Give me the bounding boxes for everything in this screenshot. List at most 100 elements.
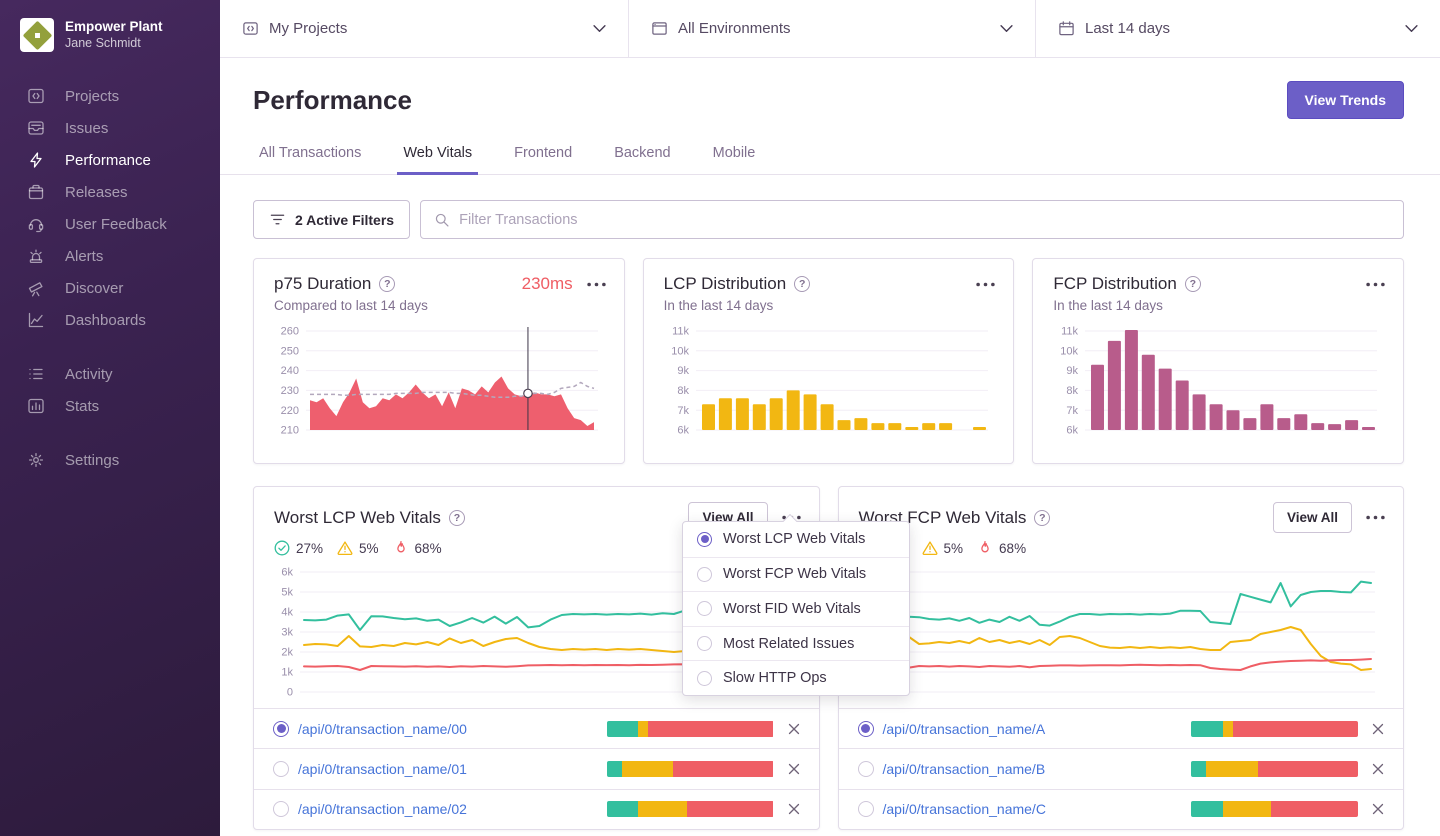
daterange-dropdown[interactable]: Last 14 days xyxy=(1035,0,1440,57)
menu-item-radio[interactable] xyxy=(697,671,712,686)
help-icon[interactable]: ? xyxy=(449,510,465,526)
chart-worst-fcp-web-vitals: 6k5k4k3k2k1k0 xyxy=(851,564,1404,719)
transaction-row: /api/0/transaction_name/A xyxy=(839,708,1404,748)
menu-item-radio[interactable] xyxy=(697,532,712,547)
menu-item-radio[interactable] xyxy=(697,567,712,582)
topbar: My Projects All EnvironmentsLast 14 days xyxy=(220,0,1440,58)
transaction-row: /api/0/transaction_name/00 xyxy=(254,708,819,748)
svg-text:10k: 10k xyxy=(671,345,689,357)
alerts-icon xyxy=(26,247,45,266)
close-icon[interactable] xyxy=(1370,761,1386,777)
close-icon[interactable] xyxy=(786,801,802,817)
menu-item-label: Worst LCP Web Vitals xyxy=(723,531,865,547)
help-icon[interactable]: ? xyxy=(1034,510,1050,526)
sidebar-item-label: Releases xyxy=(65,184,128,201)
menu-item-worst-lcp-web-vitals[interactable]: Worst LCP Web Vitals xyxy=(683,522,909,557)
card-subtitle: In the last 14 days xyxy=(644,294,1014,313)
sidebar-item-stats[interactable]: Stats xyxy=(0,390,220,422)
transaction-radio[interactable] xyxy=(858,801,874,817)
card-title: FCP Distribution ? xyxy=(1053,274,1200,294)
transaction-radio[interactable] xyxy=(273,761,289,777)
close-icon[interactable] xyxy=(786,761,802,777)
stat-value: 27% xyxy=(296,541,323,556)
card-title: LCP Distribution ? xyxy=(664,274,811,294)
transaction-link[interactable]: /api/0/transaction_name/A xyxy=(883,721,1046,737)
sidebar-item-label: Settings xyxy=(65,452,119,469)
view-trends-button[interactable]: View Trends xyxy=(1287,81,1404,119)
view-all-button[interactable]: View All xyxy=(1273,502,1352,533)
svg-text:6k: 6k xyxy=(1067,425,1079,437)
transaction-link[interactable]: /api/0/transaction_name/01 xyxy=(298,761,467,777)
org-switcher[interactable]: Empower Plant Jane Schmidt xyxy=(0,0,220,66)
sidebar-item-projects[interactable]: Projects xyxy=(0,80,220,112)
close-icon[interactable] xyxy=(1370,801,1386,817)
menu-item-worst-fid-web-vitals[interactable]: Worst FID Web Vitals xyxy=(683,591,909,626)
vitals-distribution-bar xyxy=(1191,721,1358,737)
transaction-radio[interactable] xyxy=(858,761,874,777)
transaction-radio[interactable] xyxy=(273,801,289,817)
svg-text:6k: 6k xyxy=(677,425,689,437)
filter-icon xyxy=(269,211,286,228)
transaction-link[interactable]: /api/0/transaction_name/00 xyxy=(298,721,467,737)
card-menu-button[interactable] xyxy=(587,282,606,287)
search-box xyxy=(420,200,1404,239)
tab-mobile[interactable]: Mobile xyxy=(707,139,762,175)
projects-label: My Projects xyxy=(269,20,583,37)
environments-dropdown[interactable]: All Environments xyxy=(628,0,1035,57)
activity-icon xyxy=(26,365,45,384)
close-icon[interactable] xyxy=(1370,721,1386,737)
transaction-link[interactable]: /api/0/transaction_name/C xyxy=(883,801,1046,817)
svg-text:210: 210 xyxy=(281,425,299,437)
close-icon[interactable] xyxy=(786,721,802,737)
menu-item-label: Worst FID Web Vitals xyxy=(723,601,861,617)
menu-item-worst-fcp-web-vitals[interactable]: Worst FCP Web Vitals xyxy=(683,557,909,592)
menu-item-slow-http-ops[interactable]: Slow HTTP Ops xyxy=(683,660,909,695)
sidebar-item-settings[interactable]: Settings xyxy=(0,444,220,476)
search-input[interactable] xyxy=(459,212,1390,228)
svg-text:11k: 11k xyxy=(672,326,689,338)
sidebar-item-activity[interactable]: Activity xyxy=(0,358,220,390)
sidebar-nav: ProjectsIssuesPerformance Releases User Fe… xyxy=(0,80,220,476)
sidebar-item-performance[interactable]: Performance xyxy=(0,144,220,176)
menu-item-radio[interactable] xyxy=(697,636,712,651)
transaction-row: /api/0/transaction_name/C xyxy=(839,789,1404,829)
card-menu-button[interactable] xyxy=(976,282,995,287)
stat-check-circle-icon: 27% xyxy=(274,540,323,556)
card-menu-button[interactable] xyxy=(1366,515,1385,520)
tab-web-vitals[interactable]: Web Vitals xyxy=(397,139,478,175)
chevron-down-icon xyxy=(1405,24,1418,33)
transaction-list: /api/0/transaction_name/A /api/0/transac… xyxy=(839,708,1404,829)
transaction-link[interactable]: /api/0/transaction_name/02 xyxy=(298,801,467,817)
tab-frontend[interactable]: Frontend xyxy=(508,139,578,175)
active-filters-button[interactable]: 2 Active Filters xyxy=(253,200,410,239)
projects-dropdown[interactable]: My Projects xyxy=(220,0,628,57)
help-icon[interactable]: ? xyxy=(379,276,395,292)
card-menu-button[interactable] xyxy=(1366,282,1385,287)
transaction-row: /api/0/transaction_name/01 xyxy=(254,748,819,788)
help-icon[interactable]: ? xyxy=(794,276,810,292)
sidebar-item-alerts[interactable]: Alerts xyxy=(0,240,220,272)
stats-icon xyxy=(26,397,45,416)
sidebar-item-issues[interactable]: Issues xyxy=(0,112,220,144)
transaction-radio[interactable] xyxy=(273,721,289,737)
sidebar-item-label: Alerts xyxy=(65,248,103,265)
transaction-link[interactable]: /api/0/transaction_name/B xyxy=(883,761,1046,777)
sidebar-item-releases[interactable]: Releases xyxy=(0,176,220,208)
help-icon[interactable]: ? xyxy=(1185,276,1201,292)
stat-fire-icon: 68% xyxy=(977,540,1026,556)
menu-item-most-related-issues[interactable]: Most Related Issues xyxy=(683,626,909,661)
sidebar-item-discover[interactable]: Discover xyxy=(0,272,220,304)
card-title: p75 Duration ? xyxy=(274,274,395,294)
menu-item-radio[interactable] xyxy=(697,601,712,616)
tab-backend[interactable]: Backend xyxy=(608,139,676,175)
sidebar-item-dashboards[interactable]: Dashboards xyxy=(0,304,220,336)
projects-icon xyxy=(26,87,45,106)
sidebar-item-user-feedback[interactable]: User Feedback xyxy=(0,208,220,240)
fire-icon xyxy=(977,540,993,556)
card-worst-fcp-web-vitals: Worst FCP Web Vitals ? View All 27% 5% 6… xyxy=(838,486,1405,830)
vitals-distribution-bar xyxy=(1191,761,1358,777)
card-options-dropdown: Worst LCP Web Vitals Worst FCP Web Vital… xyxy=(682,521,910,696)
stat-value: 68% xyxy=(999,541,1026,556)
tab-all-transactions[interactable]: All Transactions xyxy=(253,139,367,175)
transaction-radio[interactable] xyxy=(858,721,874,737)
